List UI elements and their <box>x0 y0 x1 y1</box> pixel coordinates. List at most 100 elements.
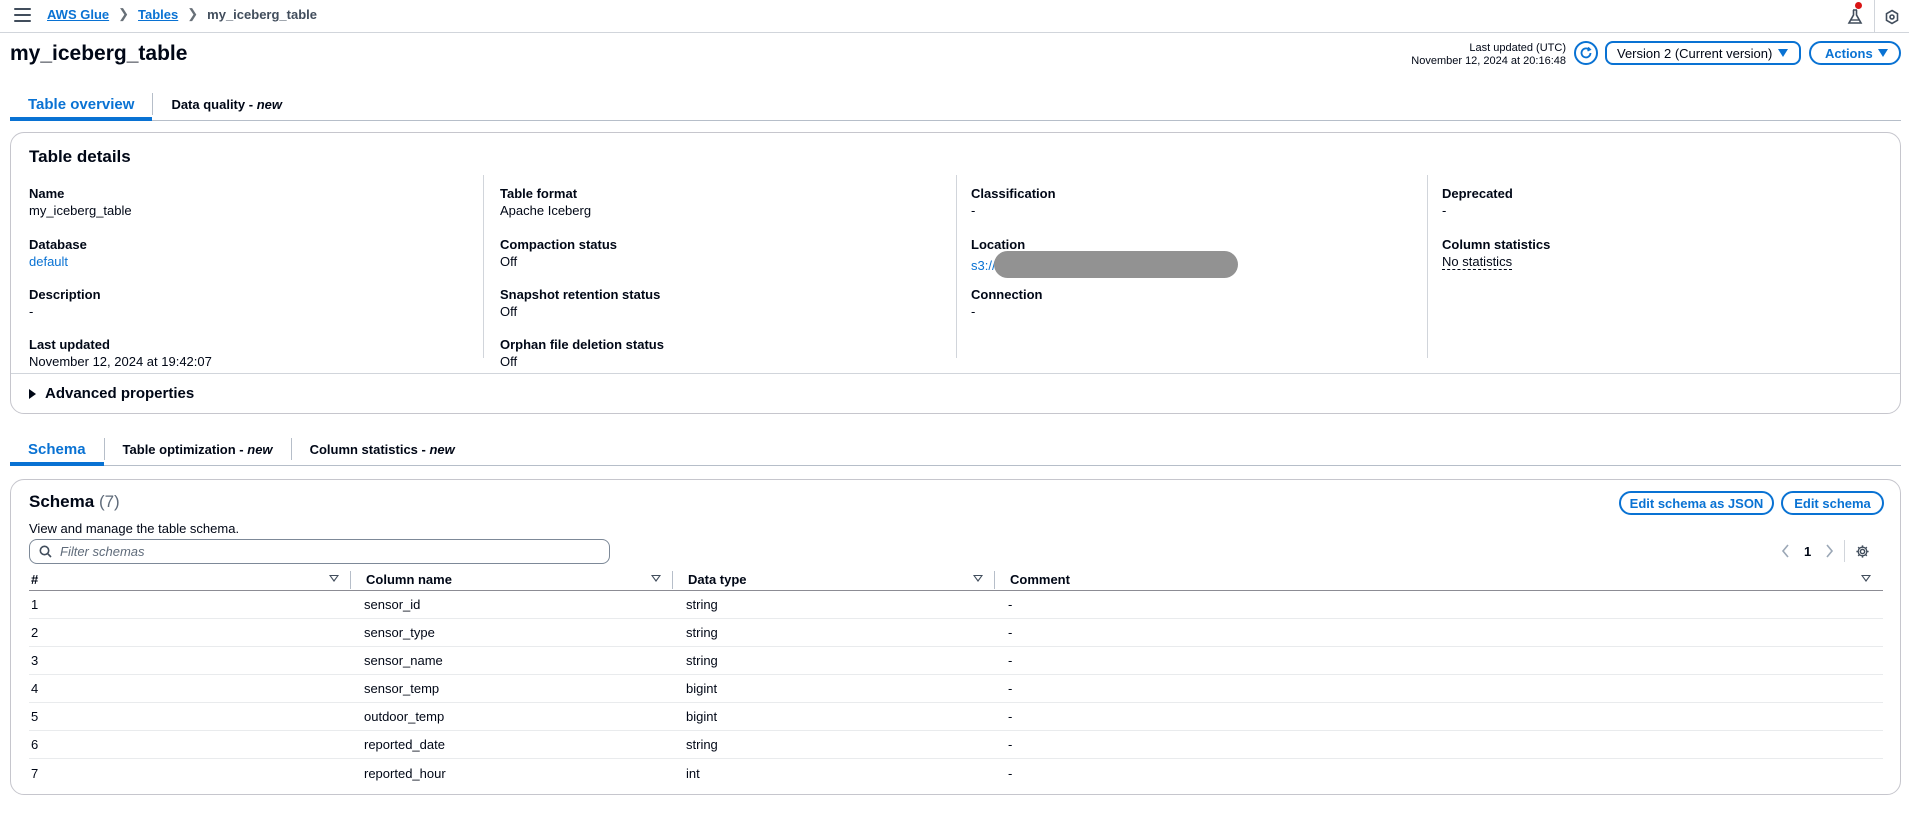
breadcrumb-aws-glue[interactable]: AWS Glue <box>47 7 109 22</box>
search-icon <box>39 545 52 558</box>
detail-key: Compaction status <box>500 237 618 252</box>
detail-connection: Connection - <box>971 286 1043 320</box>
header-column-name[interactable]: Column name <box>351 568 673 591</box>
tab-label: Data quality - <box>171 96 254 112</box>
last-updated-info: Last updated (UTC) November 12, 2024 at … <box>1400 42 1566 68</box>
tab-schema[interactable]: Schema <box>10 433 104 466</box>
tab-label: Column statistics - <box>309 441 426 457</box>
pager-divider <box>1844 540 1846 562</box>
detail-key: Last updated <box>29 337 110 352</box>
tab-table-overview[interactable]: Table overview <box>10 88 153 121</box>
schema-card: Schema (7) View and manage the table sch… <box>10 479 1901 795</box>
tab-column-statistics[interactable]: Column statistics - new <box>292 433 473 465</box>
detail-value: Off <box>500 304 518 319</box>
detail-value: Off <box>500 354 518 369</box>
table-header-row: # Column name Data type Comment <box>29 568 1883 591</box>
cell-data-type: int <box>686 765 700 781</box>
header-number[interactable]: # <box>29 568 351 591</box>
detail-last-updated: Last updated November 12, 2024 at 19:42:… <box>29 336 212 370</box>
schema-tabs: Schema Table optimization - new Column s… <box>10 433 1901 466</box>
detail-key: Classification <box>971 186 1056 201</box>
cell-column-name: sensor_type <box>364 625 435 640</box>
cell-column-name: reported_hour <box>364 765 446 781</box>
cell-comment: - <box>1008 625 1013 640</box>
cell-number: 1 <box>31 597 39 612</box>
sort-icon[interactable] <box>1861 574 1871 582</box>
detail-key: Table format <box>500 186 578 201</box>
refresh-button[interactable] <box>1574 41 1598 65</box>
cell-comment: - <box>1008 737 1013 752</box>
detail-orphan-file-deletion-status: Orphan file deletion status Off <box>500 336 664 370</box>
header-label: Column name <box>366 571 452 587</box>
menu-icon[interactable] <box>14 8 31 22</box>
breadcrumb: AWS Glue ❯ Tables ❯ my_iceberg_table <box>47 6 317 22</box>
caret-down-icon <box>1878 49 1888 57</box>
breadcrumb-tables[interactable]: Tables <box>138 7 178 22</box>
header-label: Data type <box>688 571 747 587</box>
detail-key: Deprecated <box>1442 186 1513 201</box>
cell-column-name: sensor_name <box>364 653 443 668</box>
flask-icon[interactable] <box>1835 0 1875 33</box>
cell-column-name: outdoor_temp <box>364 709 445 724</box>
database-link[interactable]: default <box>29 254 68 269</box>
filter-schemas-input[interactable] <box>60 544 580 559</box>
tab-data-quality[interactable]: Data quality - new <box>153 88 300 120</box>
schema-count: (7) <box>98 492 120 511</box>
table-row: 6 reported_date string - <box>29 731 1883 759</box>
edit-schema-json-button[interactable]: Edit schema as JSON <box>1619 491 1774 515</box>
detail-key: Orphan file deletion status <box>500 337 664 352</box>
schema-title: Schema (7) <box>29 492 120 512</box>
refresh-icon <box>1580 46 1592 59</box>
redacted-location <box>993 251 1238 278</box>
chevron-left-icon[interactable] <box>1781 544 1790 558</box>
actions-button[interactable]: Actions <box>1809 41 1901 65</box>
detail-value: November 12, 2024 at 19:42:07 <box>29 354 212 369</box>
help-icon[interactable] <box>1875 0 1909 33</box>
filter-schemas <box>29 539 610 564</box>
tab-new-badge: new <box>429 441 455 457</box>
chevron-right-icon: ❯ <box>187 6 199 21</box>
detail-value: my_iceberg_table <box>29 203 132 218</box>
advanced-properties-toggle[interactable]: Advanced properties <box>11 373 1900 413</box>
cell-data-type: string <box>686 737 718 752</box>
version-select[interactable]: Version 2 (Current version) <box>1605 41 1801 65</box>
cell-data-type: bigint <box>686 709 718 724</box>
cell-data-type: bigint <box>686 681 718 696</box>
schema-description: View and manage the table schema. <box>29 521 240 536</box>
location-link[interactable]: s3:// <box>971 258 996 273</box>
cell-number: 7 <box>31 765 39 781</box>
table-row: 5 outdoor_temp bigint - <box>29 703 1883 731</box>
column-divider <box>956 175 957 358</box>
gear-icon[interactable] <box>1855 544 1870 559</box>
cell-column-name: sensor_temp <box>364 681 440 696</box>
tab-new-badge: new <box>256 96 282 112</box>
column-statistics-value[interactable]: No statistics <box>1442 254 1513 270</box>
edit-schema-button[interactable]: Edit schema <box>1781 491 1884 515</box>
header-data-type[interactable]: Data type <box>673 568 995 591</box>
header-comment[interactable]: Comment <box>995 568 1883 591</box>
chevron-right-icon[interactable] <box>1825 544 1834 558</box>
tab-label: Table overview <box>28 95 135 113</box>
page-number[interactable]: 1 <box>1804 544 1811 559</box>
tab-table-optimization[interactable]: Table optimization - new <box>105 433 291 465</box>
cell-number: 3 <box>31 653 39 668</box>
caret-down-icon <box>1778 49 1788 57</box>
breadcrumb-current: my_iceberg_table <box>207 6 317 22</box>
pagination: 1 <box>1781 540 1870 562</box>
actions-label: Actions <box>1825 45 1873 61</box>
detail-key: Description <box>29 287 101 302</box>
tab-label: Schema <box>28 440 86 458</box>
top-navigation: AWS Glue ❯ Tables ❯ my_iceberg_table <box>0 0 1909 33</box>
sort-icon[interactable] <box>329 574 339 582</box>
overview-tabs: Table overview Data quality - new <box>10 88 1901 121</box>
sort-icon[interactable] <box>973 574 983 582</box>
detail-snapshot-retention-status: Snapshot retention status Off <box>500 286 660 320</box>
table-row: 1 sensor_id string - <box>29 591 1883 619</box>
detail-value: - <box>1442 203 1447 218</box>
table-details-title: Table details <box>29 147 131 166</box>
cell-comment: - <box>1008 765 1013 781</box>
table-row: 7 reported_hour int - <box>29 759 1883 787</box>
cell-column-name: reported_date <box>364 737 445 752</box>
sort-icon[interactable] <box>651 574 661 582</box>
detail-key: Snapshot retention status <box>500 287 661 302</box>
